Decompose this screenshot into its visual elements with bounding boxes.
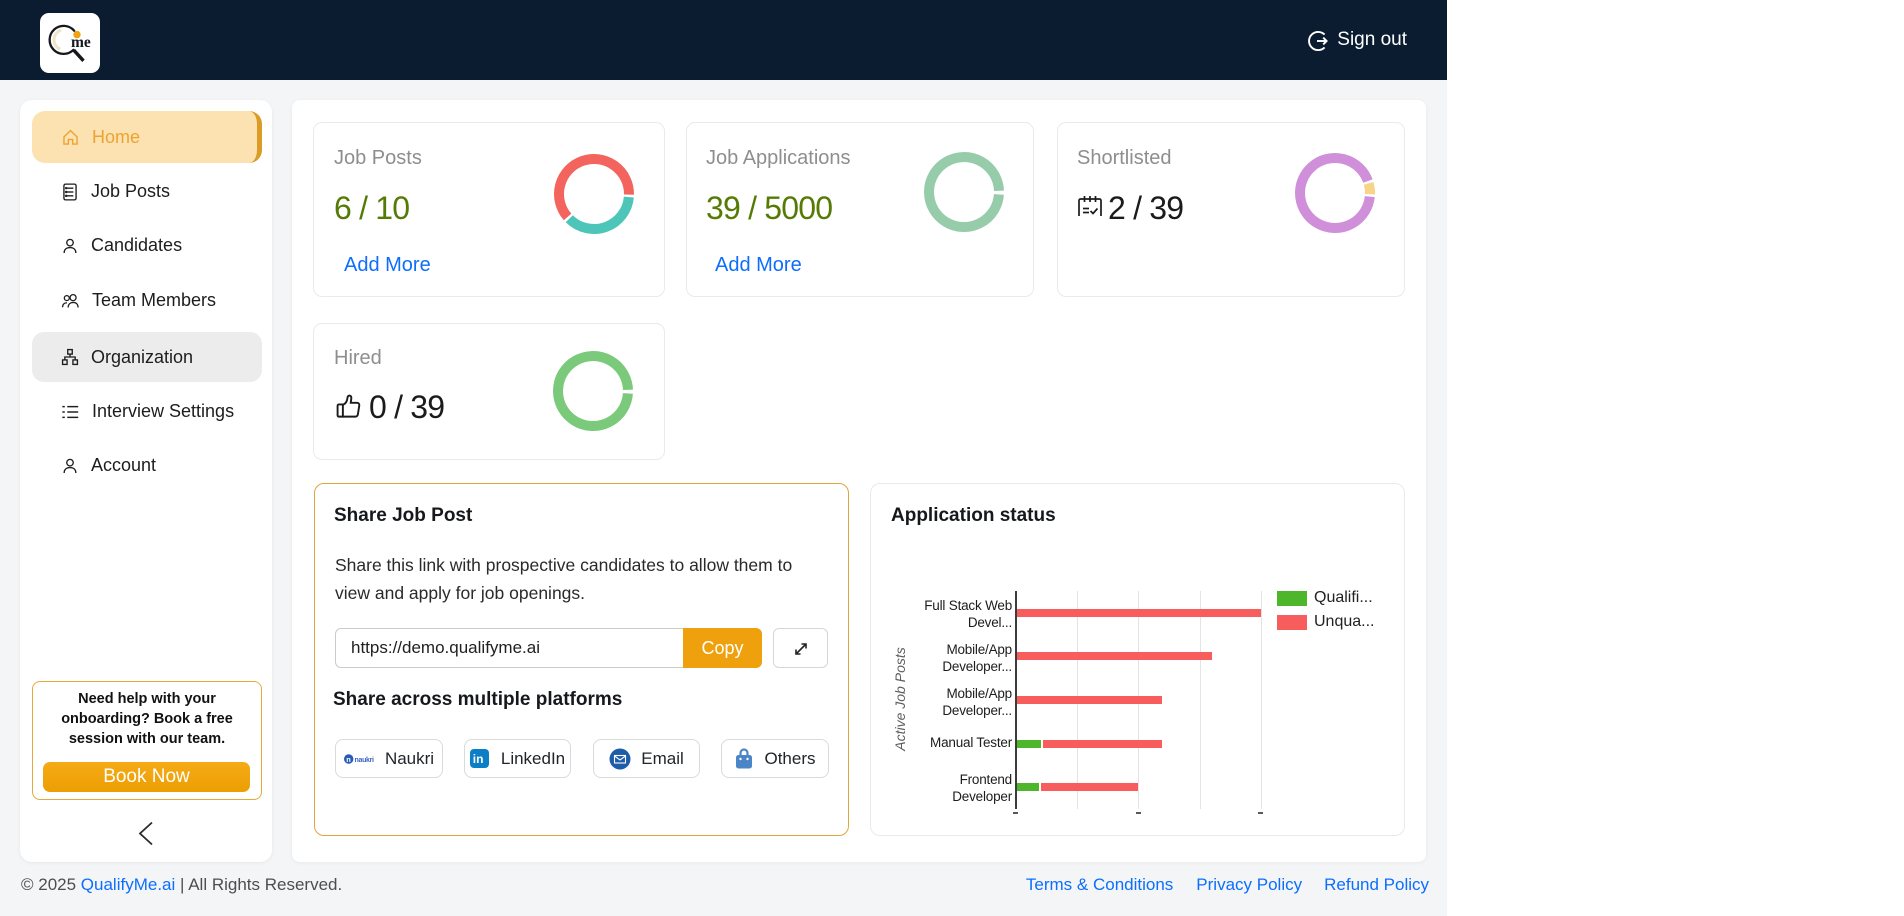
svg-text:in: in: [473, 752, 484, 766]
svg-text:me: me: [71, 34, 91, 51]
svg-text:naukri: naukri: [354, 756, 374, 763]
svg-text:n: n: [346, 754, 351, 763]
